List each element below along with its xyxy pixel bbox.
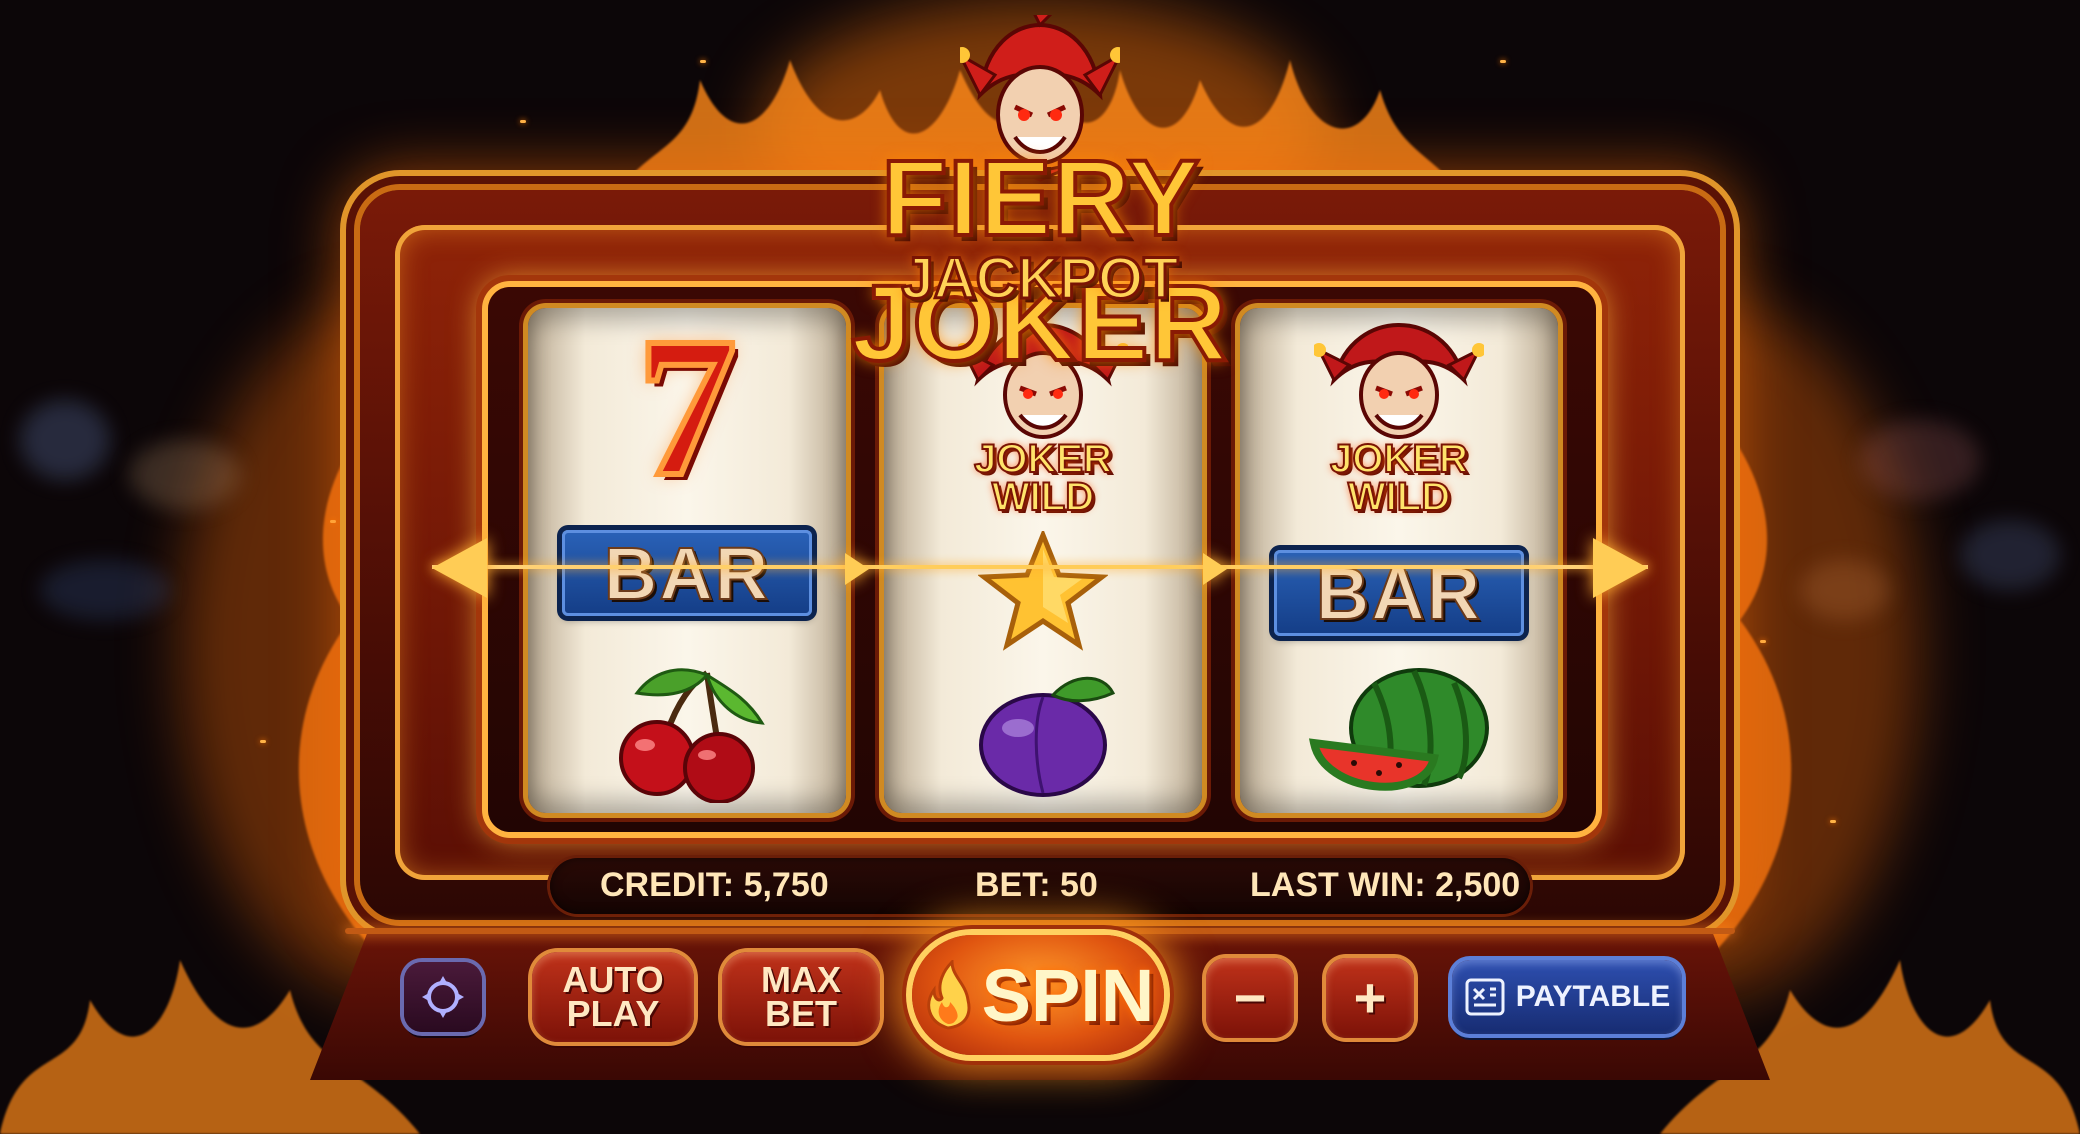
reel-2-bottom-symbol [884,663,1202,803]
bar-symbol: BAR [1274,550,1524,636]
star-icon [978,531,1108,651]
plus-label: + [1353,966,1387,1029]
paytable-label: PAYTABLE [1515,980,1671,1013]
last-win-value: 2,500 [1435,866,1521,904]
joker-wild-line1: JOKER [1329,437,1469,481]
credit-value: 5,750 [743,866,829,904]
bet-plus-button[interactable]: + [1326,958,1414,1038]
payline-arrow-mid-2 [1203,553,1227,585]
reel-1-bottom-symbol [528,663,846,803]
spin-label: SPIN [981,953,1155,1037]
title-sub: JACKPOT [900,245,1180,313]
max-bet-label-line1: MAX [761,959,841,1000]
credit-label: CREDIT: [600,866,735,904]
auto-play-button[interactable]: AUTO PLAY [532,952,694,1042]
reel-3-middle-symbol: BAR [1240,543,1558,643]
bar-symbol: BAR [562,530,812,616]
reel-3-bottom-symbol [1240,663,1558,803]
payline-arrow-left [432,538,487,598]
bet-display: BET: 50 [975,866,1098,905]
title-word-fiery: FIERY [879,135,1199,260]
game-title: FIERY JOKER JACKPOT [640,15,1440,385]
credit-display: CREDIT: 5,750 [600,866,829,905]
info-bar: CREDIT: 5,750 BET: 50 LAST WIN: 2,500 [550,858,1530,914]
spin-button[interactable]: SPIN [912,935,1164,1055]
reel-1-middle-symbol: BAR [528,523,846,623]
settings-button[interactable] [404,962,482,1032]
bet-value: 50 [1060,866,1098,904]
payline-arrow-right [1593,538,1648,598]
bet-minus-button[interactable]: − [1206,958,1294,1038]
last-win-label: LAST WIN: [1250,866,1426,904]
auto-play-label-line1: AUTO [562,959,664,1000]
max-bet-label-line2: BET [765,993,837,1034]
minus-label: − [1233,966,1267,1029]
settings-icon [422,976,464,1018]
auto-play-label-line2: PLAY [566,993,660,1034]
paytable-button[interactable]: PAYTABLE [1452,960,1682,1034]
max-bet-button[interactable]: MAX BET [722,952,880,1042]
joker-wild-line1: JOKER [973,437,1113,481]
joker-wild-line2: WILD [1347,475,1451,519]
paytable-icon [1465,978,1505,1016]
plum-icon [979,676,1116,797]
last-win-display: LAST WIN: 2,500 [1250,866,1520,905]
reel-2-middle-symbol [884,531,1202,651]
joker-wild-text: JOKER WILD [1329,437,1469,519]
bet-label: BET: [975,866,1051,904]
fire-icon [926,960,971,1030]
payline-arrow-mid-1 [845,553,869,585]
control-deck-rim [345,928,1735,934]
cherry-icon [619,668,765,803]
watermelon-icon [1308,668,1489,791]
joker-wild-text: JOKER WILD [973,437,1113,519]
joker-wild-line2: WILD [991,475,1095,519]
